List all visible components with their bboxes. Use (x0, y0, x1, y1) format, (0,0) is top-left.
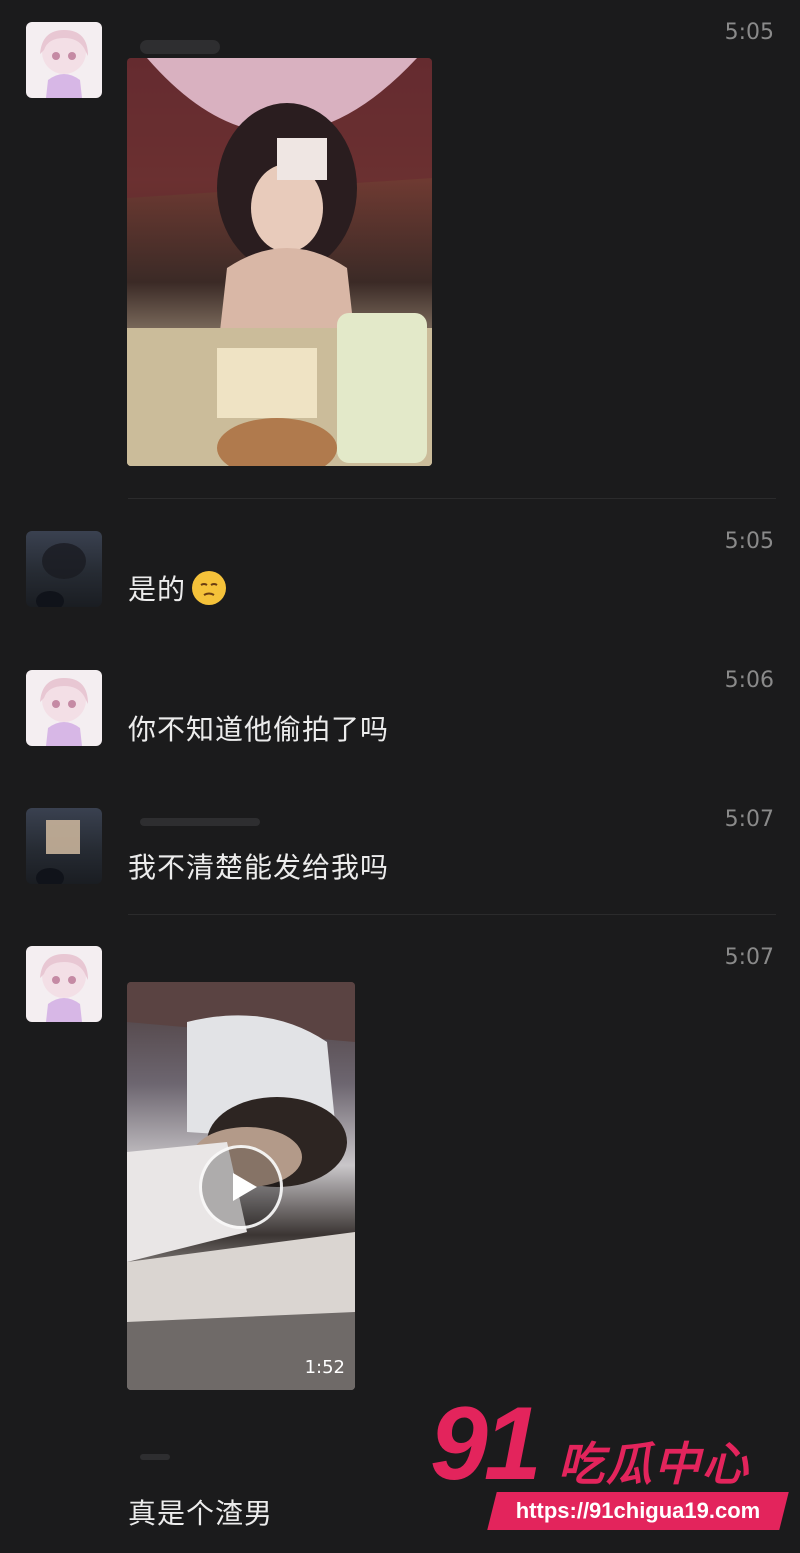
avatar[interactable] (26, 22, 102, 98)
avatar[interactable] (26, 946, 102, 1022)
message-time: 5:06 (724, 668, 774, 693)
avatar-girl-icon (40, 954, 88, 1022)
sender-name-blurred (140, 40, 220, 54)
message-text-wrap: 是的 (128, 568, 227, 608)
message-text: 真是个渣男 (128, 1497, 274, 1530)
watermark-name: 吃瓜中心 (558, 1437, 750, 1491)
message-4: 5:07 我不清楚能发给我吗 (0, 780, 800, 920)
play-icon (233, 1173, 257, 1201)
message-text: 你不知道他偷拍了吗 (128, 713, 390, 746)
avatar-blurred-icon (36, 543, 86, 607)
watermark-number: 91 (430, 1386, 542, 1502)
watermark-url-badge: https://91chigua19.com (487, 1492, 789, 1530)
video-duration: 1:52 (304, 1357, 345, 1378)
sender-name-blurred (140, 1454, 170, 1460)
photo-content (127, 58, 432, 466)
message-time: 5:05 (724, 20, 774, 45)
avatar[interactable] (26, 670, 102, 746)
avatar-blurred-icon (36, 820, 80, 884)
image-message[interactable] (127, 58, 432, 466)
divider (128, 914, 776, 915)
message-2: 5:05 是的 (0, 500, 800, 640)
message-1: 5:05 (0, 0, 800, 500)
pensive-face-icon (192, 571, 227, 605)
avatar-girl-icon (40, 30, 88, 98)
message-time: 5:07 (724, 807, 774, 832)
message-text: 是的 (128, 573, 187, 606)
video-message[interactable]: 1:52 (127, 982, 355, 1390)
sender-name-blurred (140, 818, 260, 826)
watermark-logo: 91 吃瓜中心 https://91chigua19.com (430, 1392, 790, 1538)
message-time: 5:07 (724, 945, 774, 970)
avatar-girl-icon (40, 678, 88, 746)
message-text: 我不清楚能发给我吗 (128, 851, 390, 884)
avatar[interactable] (26, 531, 102, 607)
message-5: 5:07 (0, 920, 800, 1420)
message-time: 5:05 (724, 529, 774, 554)
divider (128, 498, 776, 499)
avatar[interactable] (26, 808, 102, 884)
play-button[interactable] (199, 1145, 283, 1229)
watermark-url: https://91chigua19.com (515, 1498, 761, 1523)
message-3: 5:06 你不知道他偷拍了吗 (0, 640, 800, 780)
